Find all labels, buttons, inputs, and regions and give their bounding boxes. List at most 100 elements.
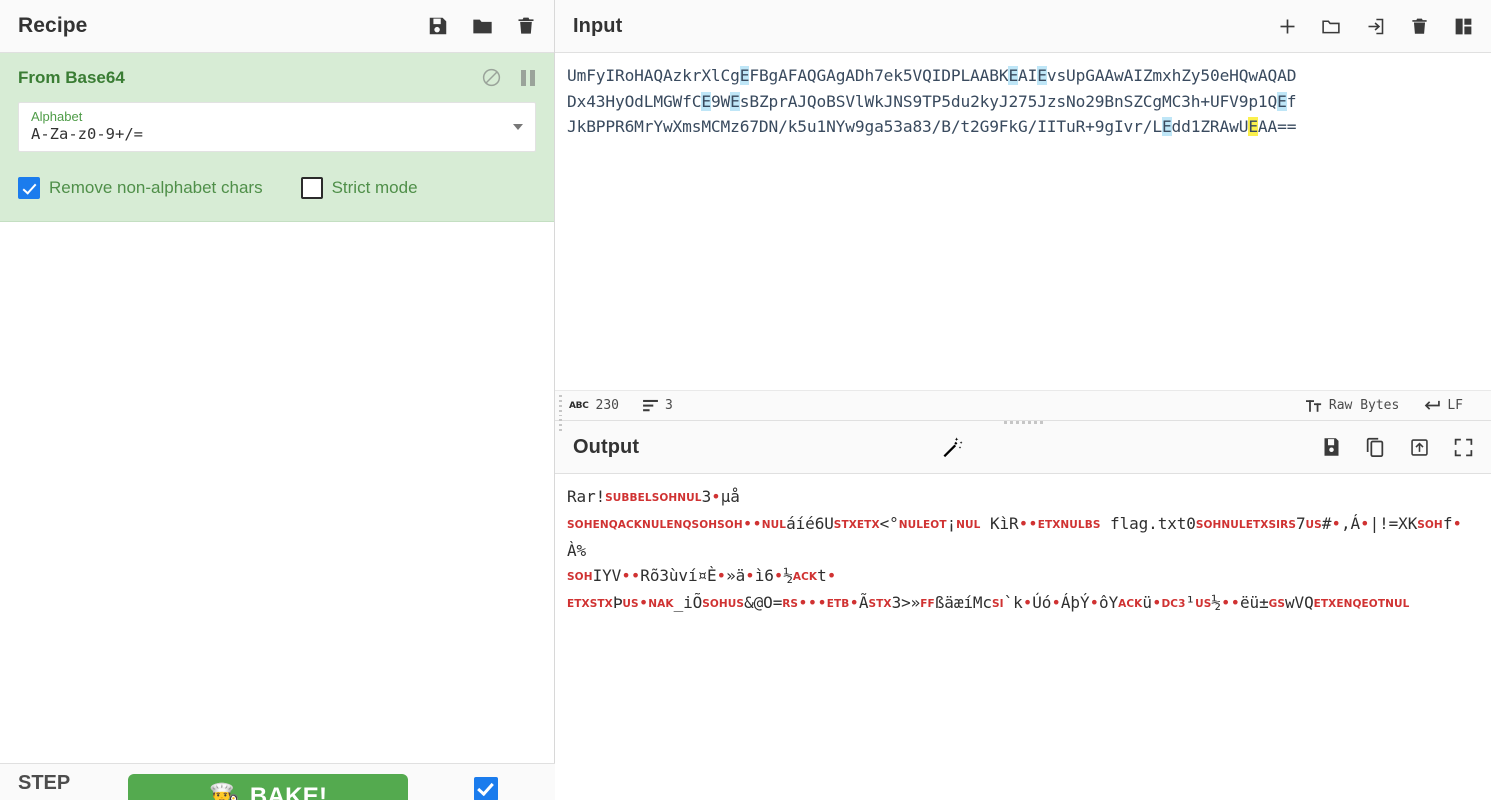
save-recipe-icon[interactable]: [426, 14, 450, 38]
nonprintable-dot: •: [711, 487, 721, 506]
output-text: ü: [1142, 593, 1152, 612]
input-status-right: Raw Bytes LF: [1305, 398, 1477, 413]
input-line[interactable]: Dx43HyOdLMGWfCE9WEsBZprAJQoBSVlWkJNS9TP5…: [567, 89, 1477, 115]
output-text: IYV: [592, 566, 622, 585]
control-char-badge: NUL: [1221, 519, 1246, 531]
output-text: ôY: [1099, 593, 1119, 612]
bake-button[interactable]: 👨‍🍳 BAKE!: [128, 774, 408, 800]
input-text: Dx43HyOdLMGWfC: [567, 91, 702, 111]
control-char-badge: SOH: [702, 598, 728, 610]
cyberchef-app: Recipe From Base64 Alphabet A-Za-z0-9+/=…: [0, 0, 1491, 800]
operation-header: From Base64: [18, 67, 536, 88]
control-char-badge: NUL: [1060, 519, 1085, 531]
remove-non-alphabet-chars-checkbox[interactable]: Remove non-alphabet chars: [18, 177, 263, 199]
maximise-output-icon[interactable]: [1451, 435, 1475, 459]
auto-bake-checkbox[interactable]: [474, 777, 498, 800]
open-file-icon[interactable]: [1363, 14, 1387, 38]
nonprintable-dot: •: [807, 593, 818, 612]
control-char-badge: SI: [991, 598, 1004, 610]
nonprintable-dot: •: [752, 514, 762, 533]
nonprintable-dot: •: [849, 593, 859, 612]
checkbox-label: Strict mode: [331, 178, 418, 197]
input-highlight: E: [730, 91, 740, 111]
input-pane-title: Input: [573, 14, 623, 37]
control-char-badge: ENQ: [1336, 598, 1362, 610]
input-lines-status: 3: [643, 398, 673, 413]
nonprintable-dot: •: [1089, 593, 1100, 612]
replace-input-icon[interactable]: [1407, 435, 1431, 459]
output-text: flag.txt0: [1100, 514, 1196, 533]
recipe-title-icons: [426, 14, 538, 38]
input-length-status: ABC 230: [569, 398, 619, 413]
chevron-down-icon[interactable]: [513, 124, 523, 130]
recipe-title-bar: Recipe: [0, 0, 554, 53]
control-char-badge: SOH: [1195, 519, 1222, 531]
input-eol-status[interactable]: LF: [1423, 398, 1463, 413]
control-char-badge: NUL: [898, 519, 924, 531]
input-highlight: E: [1161, 117, 1172, 136]
control-char-badge: EOT: [1361, 598, 1386, 610]
strict-mode-checkbox[interactable]: Strict mode: [300, 177, 418, 199]
clear-input-icon[interactable]: [1407, 14, 1431, 38]
input-line[interactable]: JkBPPR6MrYwXmsMCMz67DN/k5u1NYw9ga53a83/B…: [567, 114, 1477, 140]
open-folder-icon[interactable]: [1319, 14, 1343, 38]
reset-pane-layout-icon[interactable]: [1451, 14, 1475, 38]
output-line: SOHIYV••Rõ3ùví¤È•»ä•ì6•½ACKt•: [567, 563, 1477, 590]
line-ending-icon: [1423, 399, 1441, 412]
breakpoint-pause-icon[interactable]: [520, 69, 536, 87]
input-text: f: [1286, 91, 1297, 111]
output-text: `k: [1003, 593, 1023, 612]
output-text: 7: [1296, 514, 1306, 533]
control-char-badge: EOT: [923, 519, 947, 531]
alphabet-value[interactable]: A-Za-z0-9+/=: [31, 125, 501, 144]
disable-operation-icon[interactable]: [481, 67, 502, 88]
copy-output-icon[interactable]: [1363, 435, 1387, 459]
output-text: ,Á: [1340, 514, 1361, 533]
nonprintable-dot: •: [630, 566, 641, 585]
input-editor[interactable]: UmFyIRoHAQAzkrXlCgEFBgAFAQGAgADh7ek5VQID…: [555, 53, 1491, 390]
control-char-badge: NUL: [956, 519, 981, 531]
output-line: SOHENQACKNULENQSOHSOH••NULáíé6USTXETX<°N…: [567, 511, 1477, 563]
pane-resize-handle-horizontal[interactable]: [555, 418, 1491, 426]
magic-wand-icon[interactable]: [940, 435, 964, 459]
control-char-badge: SOH: [717, 519, 743, 531]
control-char-badge: NAK: [648, 598, 674, 610]
save-output-icon[interactable]: [1319, 435, 1343, 459]
output-editor[interactable]: Rar!SUBBELSOHNUL3•µå SOHENQACKNULENQSOHS…: [555, 474, 1491, 800]
nonprintable-dot: •: [621, 566, 631, 585]
operation-header-icons: [481, 67, 536, 88]
output-text: ëü±: [1240, 593, 1269, 612]
output-line: ETXSTXÞUS•NAK_iÕSOHUS&@O=RS•••ETB•ÃSTX3>…: [567, 590, 1477, 617]
add-input-tab-icon[interactable]: [1275, 14, 1299, 38]
output-text: <°: [879, 514, 899, 533]
bake-button-label: BAKE!: [249, 783, 328, 800]
output-pane-title: Output: [573, 435, 640, 458]
output-text: KìR: [980, 514, 1019, 533]
control-char-badge: STX: [833, 519, 857, 531]
input-highlight: E: [701, 91, 711, 111]
input-encoding-status[interactable]: Raw Bytes: [1305, 398, 1399, 413]
nonprintable-dot: •: [1331, 514, 1341, 533]
load-recipe-icon[interactable]: [470, 14, 494, 38]
input-highlight: E: [1008, 66, 1019, 85]
nonprintable-dot: •: [1452, 514, 1462, 533]
input-eol-value: LF: [1447, 398, 1463, 413]
clear-recipe-icon[interactable]: [514, 14, 538, 38]
output-text: wVQ: [1285, 593, 1314, 612]
recipe-operation-list[interactable]: From Base64 Alphabet A-Za-z0-9+/= Remove…: [0, 53, 554, 800]
nonprintable-dot: •: [716, 566, 727, 585]
input-line[interactable]: UmFyIRoHAQAzkrXlCgEFBgAFAQGAgADh7ek5VQID…: [567, 63, 1477, 89]
input-title-bar: Input: [555, 0, 1491, 53]
checkbox-box[interactable]: [300, 177, 323, 199]
input-text: AA==: [1257, 117, 1297, 136]
control-char-badge: RS: [782, 598, 799, 610]
control-char-badge: ENQ: [666, 519, 692, 531]
checkbox-box[interactable]: [18, 177, 40, 199]
control-char-badge: NUL: [642, 519, 667, 531]
control-char-badge: SOH: [1417, 519, 1443, 531]
input-highlight: E: [1277, 91, 1287, 111]
operation-from-base64[interactable]: From Base64 Alphabet A-Za-z0-9+/= Remove…: [0, 53, 554, 222]
alphabet-field[interactable]: Alphabet A-Za-z0-9+/=: [18, 102, 536, 152]
step-button[interactable]: STEP: [18, 772, 70, 794]
control-char-badge: DC3: [1161, 598, 1186, 610]
